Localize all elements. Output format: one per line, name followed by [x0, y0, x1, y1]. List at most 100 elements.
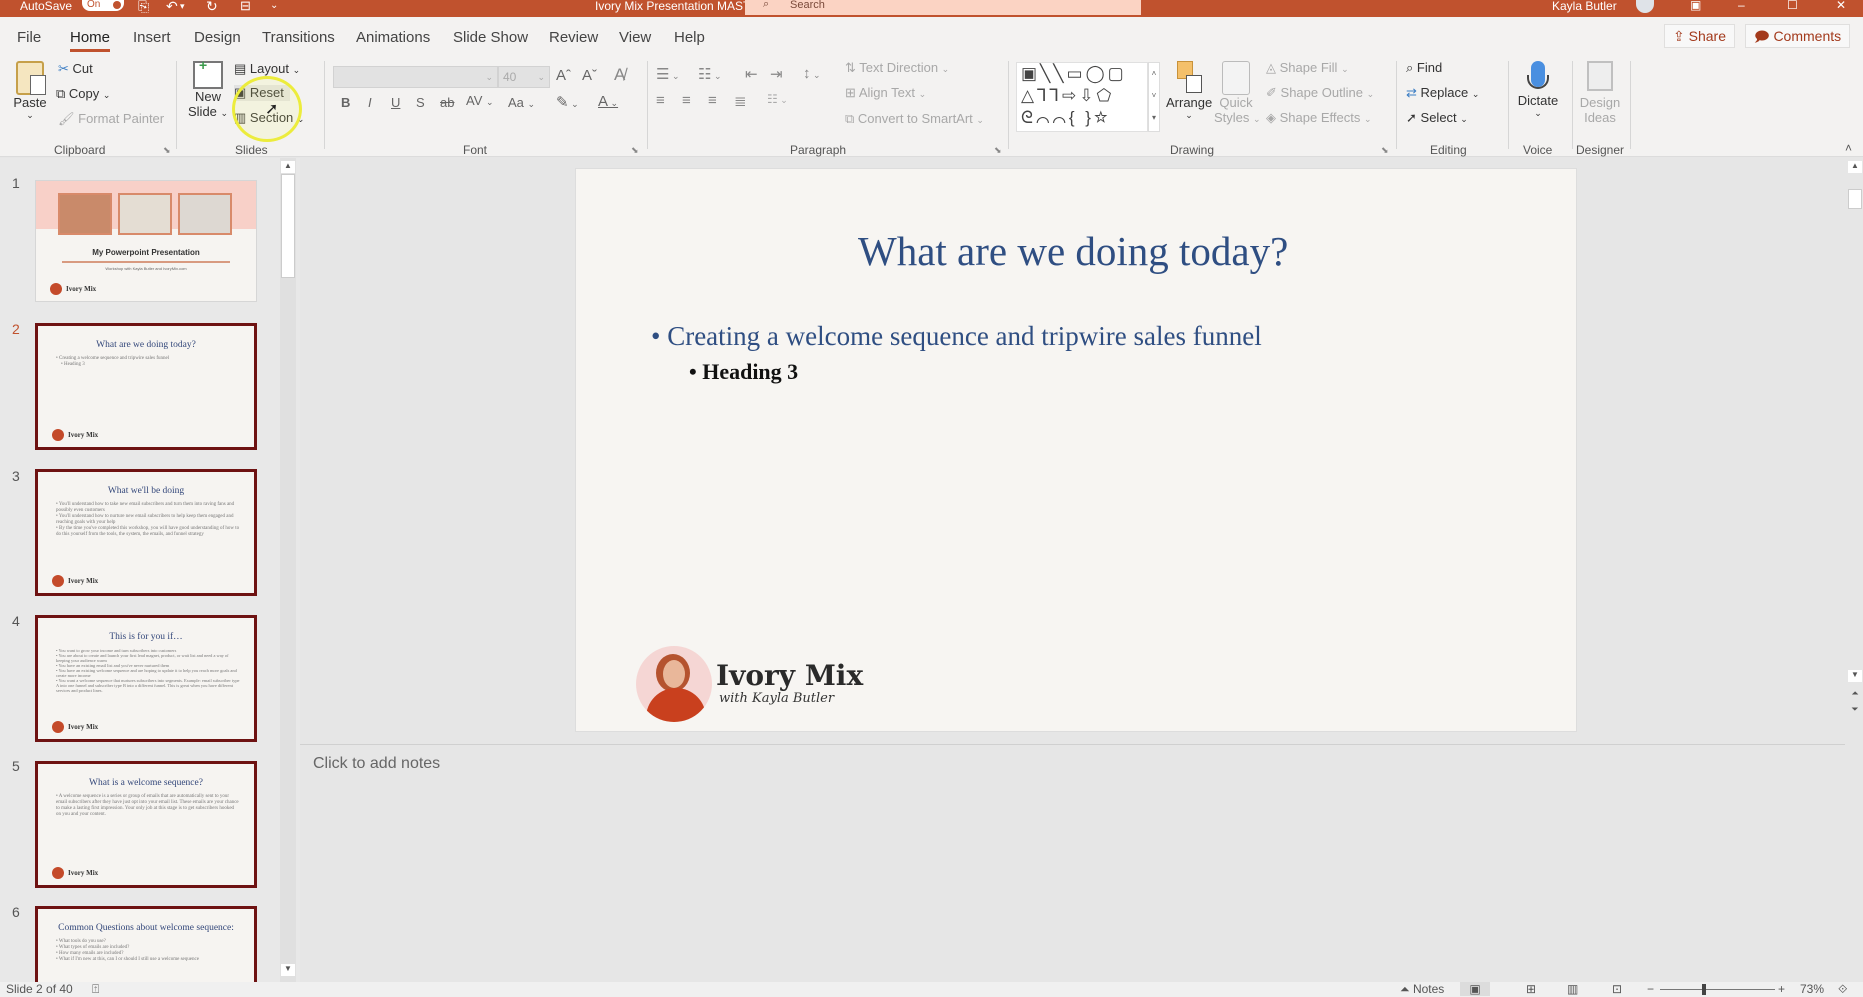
- font-size-dropdown[interactable]: 40 ⌄: [498, 66, 550, 88]
- paste-button[interactable]: Paste ⌄: [12, 61, 48, 121]
- highlight-color-icon[interactable]: ✎ ⌄: [556, 93, 579, 111]
- notes-toggle[interactable]: ⏶ Notes: [1400, 982, 1444, 996]
- find-button[interactable]: ⌕ Find: [1406, 60, 1442, 76]
- thumbnails-scrollbar[interactable]: ▲ ▼: [280, 158, 296, 982]
- cut-button[interactable]: ✂ Cut: [58, 61, 93, 77]
- zoom-slider-track[interactable]: [1660, 989, 1775, 990]
- slide-thumbnail-4[interactable]: This is for you if… • You want to grow y…: [35, 615, 257, 742]
- tab-slide-show[interactable]: Slide Show: [453, 29, 528, 46]
- slide-sorter-icon[interactable]: ⊞: [1526, 982, 1536, 996]
- tab-home[interactable]: Home: [70, 29, 111, 52]
- autosave-toggle[interactable]: On: [82, 0, 124, 11]
- convert-smartart-button[interactable]: ⧉ Convert to SmartArt ⌄: [845, 111, 984, 127]
- save-icon[interactable]: ⎘: [138, 0, 149, 13]
- zoom-slider-thumb[interactable]: [1702, 984, 1706, 995]
- paragraph-launcher-icon[interactable]: ⬊: [994, 145, 1002, 156]
- maximize-icon[interactable]: ☐: [1787, 0, 1798, 11]
- accessibility-icon[interactable]: ⍐: [92, 982, 99, 996]
- align-text-button[interactable]: ⊞ Align Text ⌄: [845, 85, 926, 101]
- decrease-indent-icon[interactable]: ⇤: [745, 65, 758, 83]
- font-color-icon[interactable]: A ⌄: [598, 93, 618, 110]
- text-direction-button[interactable]: ⇅ Text Direction ⌄: [845, 60, 949, 76]
- previous-slide-icon[interactable]: ⏶: [1848, 688, 1862, 699]
- align-center-icon[interactable]: ≡: [682, 92, 691, 109]
- tab-view[interactable]: View: [619, 29, 651, 46]
- italic-button[interactable]: I: [368, 95, 372, 110]
- slide-thumbnail-2[interactable]: What are we doing today? • Creating a we…: [35, 323, 257, 450]
- fit-to-window-icon[interactable]: ⟐: [1838, 982, 1847, 996]
- clear-formatting-icon[interactable]: A̸: [614, 65, 625, 85]
- slide-sub-bullet[interactable]: • Heading 3: [689, 359, 798, 385]
- slide-scroll-thumb[interactable]: [1848, 189, 1862, 209]
- search-box[interactable]: ⌕ Search: [745, 0, 1141, 15]
- format-painter-button[interactable]: 🖌 Format Painter: [58, 111, 164, 127]
- font-launcher-icon[interactable]: ⬊: [631, 145, 639, 156]
- align-left-icon[interactable]: ≡: [656, 92, 665, 109]
- thumbnails-scroll-thumb[interactable]: [281, 174, 295, 278]
- slide-title[interactable]: What are we doing today?: [576, 227, 1576, 275]
- tab-design[interactable]: Design: [194, 29, 241, 46]
- replace-button[interactable]: ⇄ Replace ⌄: [1406, 85, 1479, 101]
- scroll-down-icon[interactable]: ▼: [1848, 670, 1862, 682]
- change-case-button[interactable]: Aa ⌄: [508, 95, 535, 110]
- collapse-ribbon-icon[interactable]: ˄: [1845, 141, 1852, 155]
- shapes-gallery[interactable]: ▣╲╲▭◯▢ △⅂⅂⇨⇩⬠ ᘓ⌒⌒{ }☆: [1016, 62, 1148, 132]
- shape-fill-button[interactable]: ◬ Shape Fill ⌄: [1266, 60, 1349, 76]
- clipboard-launcher-icon[interactable]: ⬊: [163, 145, 171, 156]
- font-name-dropdown[interactable]: ⌄: [333, 66, 498, 88]
- slide-thumbnail-3[interactable]: What we'll be doing • You'll understand …: [35, 469, 257, 596]
- zoom-level[interactable]: 73%: [1800, 982, 1824, 996]
- arrange-button[interactable]: Arrange ⌄: [1166, 61, 1212, 121]
- shape-outline-button[interactable]: ✐ Shape Outline ⌄: [1266, 85, 1374, 101]
- scroll-up-icon[interactable]: ▲: [281, 161, 295, 173]
- dictate-button[interactable]: Dictate ⌄: [1512, 59, 1564, 119]
- shape-effects-button[interactable]: ◈ Shape Effects ⌄: [1266, 110, 1372, 126]
- close-icon[interactable]: ✕: [1836, 0, 1846, 11]
- underline-button[interactable]: U: [391, 95, 400, 110]
- shapes-scroll[interactable]: ˄ ˅ ▾: [1148, 62, 1160, 132]
- quick-styles-button[interactable]: Quick Styles ⌄: [1214, 61, 1261, 125]
- tab-review[interactable]: Review: [549, 29, 598, 46]
- bullets-icon[interactable]: ☰ ⌄: [656, 65, 680, 83]
- tab-insert[interactable]: Insert: [133, 29, 171, 46]
- tab-help[interactable]: Help: [674, 29, 705, 46]
- numbering-icon[interactable]: ☷ ⌄: [698, 65, 722, 83]
- slide-scrollbar[interactable]: ▲ ▼ ⏶ ⏷: [1847, 158, 1863, 982]
- layout-button[interactable]: ▤ Layout ⌄: [234, 61, 300, 77]
- redo-icon[interactable]: ↻: [206, 0, 218, 13]
- new-slide-button[interactable]: + New Slide ⌄: [188, 57, 228, 119]
- slide-thumbnail-6[interactable]: Common Questions about welcome sequence:…: [35, 906, 257, 986]
- undo-icon[interactable]: ↶: [166, 0, 178, 13]
- undo-dropdown-icon[interactable]: ▾: [180, 0, 185, 12]
- slide-thumbnail-1[interactable]: My Powerpoint Presentation Workshop with…: [35, 180, 257, 302]
- comments-button[interactable]: 🗩 Comments: [1745, 24, 1851, 48]
- drawing-launcher-icon[interactable]: ⬊: [1381, 145, 1389, 156]
- scroll-down-icon[interactable]: ▼: [281, 964, 295, 976]
- zoom-out-icon[interactable]: −: [1647, 982, 1654, 996]
- slide-bullet[interactable]: • Creating a welcome sequence and tripwi…: [651, 321, 1262, 352]
- increase-indent-icon[interactable]: ⇥: [770, 65, 783, 83]
- align-right-icon[interactable]: ≡: [708, 92, 717, 109]
- tab-transitions[interactable]: Transitions: [262, 29, 335, 46]
- design-ideas-button[interactable]: Design Ideas: [1576, 59, 1624, 125]
- line-spacing-icon[interactable]: ↕ ⌄: [803, 65, 821, 82]
- slide-thumbnail-5[interactable]: What is a welcome sequence? • A welcome …: [35, 761, 257, 888]
- tab-animations[interactable]: Animations: [356, 29, 430, 46]
- share-button[interactable]: ⇪ Share: [1664, 24, 1735, 48]
- justify-icon[interactable]: ≣: [734, 92, 747, 110]
- zoom-in-icon[interactable]: +: [1778, 982, 1785, 996]
- character-spacing-button[interactable]: AV ⌄: [466, 93, 494, 108]
- user-name[interactable]: Kayla Butler: [1552, 0, 1617, 12]
- copy-button[interactable]: ⧉ Copy ⌄: [56, 86, 110, 102]
- increase-font-size-icon[interactable]: Aˆ: [556, 67, 571, 84]
- scroll-up-icon[interactable]: ▲: [1848, 161, 1862, 173]
- text-shadow-button[interactable]: S: [416, 95, 425, 110]
- select-button[interactable]: ➚ Select ⌄: [1406, 110, 1468, 126]
- strikethrough-button[interactable]: ab: [440, 95, 454, 110]
- customize-qat-icon[interactable]: ⌄: [270, 0, 278, 12]
- present-icon[interactable]: ⊟: [240, 0, 251, 12]
- tab-file[interactable]: File: [17, 29, 41, 46]
- ribbon-display-options-icon[interactable]: ▣: [1690, 0, 1701, 11]
- normal-view-icon[interactable]: ▣: [1460, 982, 1490, 996]
- bold-button[interactable]: B: [341, 95, 350, 110]
